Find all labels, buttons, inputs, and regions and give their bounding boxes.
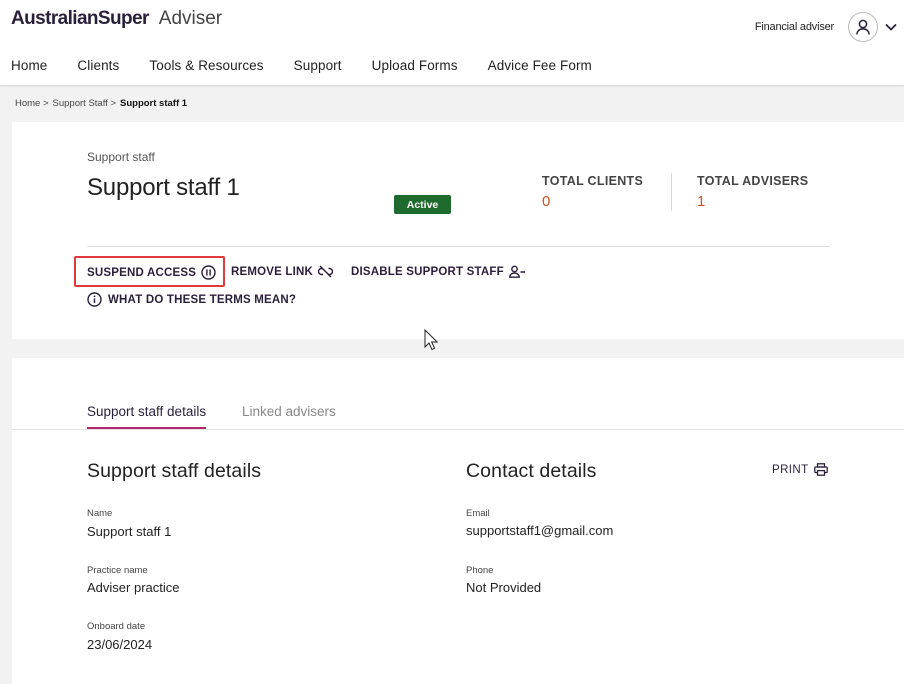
nav-upload-forms[interactable]: Upload Forms bbox=[372, 58, 458, 73]
brand-subtitle: Adviser bbox=[158, 8, 223, 29]
page-title: Support staff 1 bbox=[87, 174, 240, 201]
disable-support-staff-button[interactable]: DISABLE SUPPORT STAFF bbox=[351, 265, 526, 278]
nav-support[interactable]: Support bbox=[294, 58, 342, 73]
total-clients-label: TOTAL CLIENTS bbox=[542, 174, 644, 188]
stat-divider bbox=[671, 173, 672, 211]
phone-label: Phone bbox=[466, 565, 494, 576]
nav-tools-resources[interactable]: Tools & Resources bbox=[149, 58, 263, 73]
divider bbox=[87, 246, 830, 247]
nav-advice-fee-form[interactable]: Advice Fee Form bbox=[488, 58, 592, 73]
nav-clients[interactable]: Clients bbox=[77, 58, 119, 73]
top-header: AustralianSuper Adviser Financial advise… bbox=[0, 0, 904, 86]
main-nav: Home Clients Tools & Resources Support U… bbox=[11, 58, 622, 73]
remove-link-button[interactable]: REMOVE LINK bbox=[231, 265, 334, 278]
breadcrumb-support-staff[interactable]: Support Staff > bbox=[53, 98, 116, 109]
user-remove-icon bbox=[508, 265, 525, 278]
onboard-date-value: 23/06/2024 bbox=[87, 637, 153, 652]
user-avatar-icon[interactable] bbox=[848, 12, 878, 42]
email-value: supportstaff1@gmail.com bbox=[466, 523, 614, 538]
email-label: Email bbox=[466, 508, 490, 519]
practice-name-value: Adviser practice bbox=[87, 580, 180, 595]
name-label: Name bbox=[87, 508, 113, 519]
tab-bar: Support staff details Linked advisers bbox=[12, 398, 904, 430]
tab-linked-advisers[interactable]: Linked advisers bbox=[242, 404, 336, 427]
onboard-date-label: Onboard date bbox=[87, 621, 146, 632]
terms-help-label: WHAT DO THESE TERMS MEAN? bbox=[108, 293, 297, 306]
info-icon bbox=[87, 292, 102, 307]
user-role: Financial adviser bbox=[754, 21, 834, 33]
total-advisers-label: TOTAL ADVISERS bbox=[697, 174, 809, 188]
terms-help-link[interactable]: WHAT DO THESE TERMS MEAN? bbox=[87, 292, 296, 307]
chevron-down-icon[interactable] bbox=[882, 18, 900, 36]
remove-link-label: REMOVE LINK bbox=[231, 265, 314, 278]
status-badge: Active bbox=[394, 195, 451, 214]
breadcrumb-current: Support staff 1 bbox=[120, 98, 188, 109]
phone-value: Not Provided bbox=[466, 580, 542, 595]
print-button[interactable]: PRINT bbox=[772, 463, 828, 476]
total-clients-stat: TOTAL CLIENTS 0 bbox=[542, 174, 643, 210]
tab-support-staff-details[interactable]: Support staff details bbox=[87, 404, 207, 429]
suspend-access-button[interactable]: SUSPEND ACCESS bbox=[87, 265, 216, 280]
contact-section-title: Contact details bbox=[466, 460, 597, 482]
nav-home[interactable]: Home bbox=[11, 58, 47, 73]
brand-logo[interactable]: AustralianSuper Adviser bbox=[11, 8, 222, 30]
profile-card: Support staff Support staff 1 Active TOT… bbox=[12, 122, 904, 339]
print-label: PRINT bbox=[772, 463, 809, 476]
user-menu: Financial adviser bbox=[755, 12, 900, 42]
unlink-icon bbox=[318, 265, 334, 278]
brand-name: AustralianSuper bbox=[11, 8, 149, 29]
suspend-access-label: SUSPEND ACCESS bbox=[87, 266, 197, 279]
practice-name-label: Practice name bbox=[87, 565, 148, 576]
mouse-cursor-icon bbox=[424, 329, 438, 351]
breadcrumb: Home > Support Staff > Support staff 1 bbox=[15, 98, 191, 109]
total-advisers-value: 1 bbox=[697, 193, 706, 210]
breadcrumb-home[interactable]: Home > bbox=[15, 98, 49, 109]
total-advisers-stat: TOTAL ADVISERS 1 bbox=[697, 174, 808, 210]
total-clients-value: 0 bbox=[542, 193, 551, 210]
name-value: Support staff 1 bbox=[87, 524, 172, 539]
details-section-title: Support staff details bbox=[87, 460, 262, 482]
details-card: Support staff details Linked advisers Su… bbox=[12, 358, 904, 684]
pause-icon bbox=[201, 265, 216, 280]
disable-support-staff-label: DISABLE SUPPORT STAFF bbox=[351, 265, 504, 278]
page-kicker: Support staff bbox=[87, 150, 155, 164]
printer-icon bbox=[813, 463, 828, 476]
